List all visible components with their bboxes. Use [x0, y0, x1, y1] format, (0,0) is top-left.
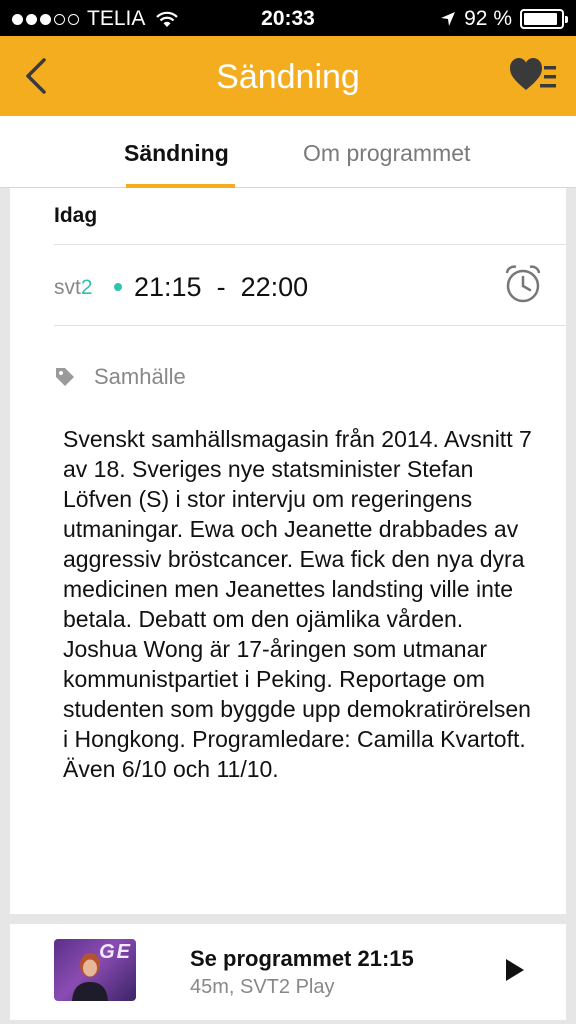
broadcast-card: Idag svt2 21:15 - 22:00 Samhälle Svenskt… [10, 188, 566, 914]
live-dot [114, 283, 122, 291]
status-bar: TELIA 20:33 92 % [0, 0, 576, 36]
end-time: 22:00 [240, 272, 309, 302]
battery-icon [520, 9, 568, 29]
divider [54, 244, 566, 245]
heart-list-icon[interactable] [510, 58, 558, 94]
watch-program-row[interactable]: GE Se programmet 21:15 45m, SVT2 Play [10, 924, 566, 1020]
channel-logo: svt2 [54, 276, 93, 300]
page-title: Sändning [216, 58, 360, 96]
status-right: 92 % [440, 7, 568, 31]
alarm-clock-icon[interactable] [504, 264, 542, 304]
presenter-image [72, 953, 108, 1001]
category-label: Samhälle [94, 364, 186, 389]
battery-fill [524, 13, 558, 25]
category-row: Samhälle [54, 364, 186, 390]
divider [54, 325, 566, 326]
watch-title: Se programmet 21:15 [190, 946, 414, 971]
broadcast-time: 21:15 - 22:00 [134, 272, 308, 303]
channel-prefix: svt [54, 276, 81, 299]
watch-subtitle: 45m, SVT2 Play [190, 976, 335, 998]
battery-percent: 92 % [464, 7, 512, 30]
tab-om-programmet[interactable]: Om programmet [303, 140, 470, 167]
channel-number: 2 [80, 276, 93, 299]
tag-icon [56, 368, 74, 386]
time-separator: - [216, 272, 226, 302]
program-description: Svenskt samhällsmagasin från 2014. Avsni… [63, 426, 532, 782]
play-icon[interactable] [504, 957, 526, 983]
navigation-bar: Sändning [0, 36, 576, 116]
location-arrow-icon [441, 12, 456, 26]
program-thumbnail: GE [54, 939, 136, 1001]
start-time: 21:15 [134, 272, 202, 302]
tab-sandning[interactable]: Sändning [124, 140, 229, 167]
segmented-tabs: Sändning Om programmet [0, 116, 576, 188]
broadcast-day: Idag [54, 204, 98, 227]
